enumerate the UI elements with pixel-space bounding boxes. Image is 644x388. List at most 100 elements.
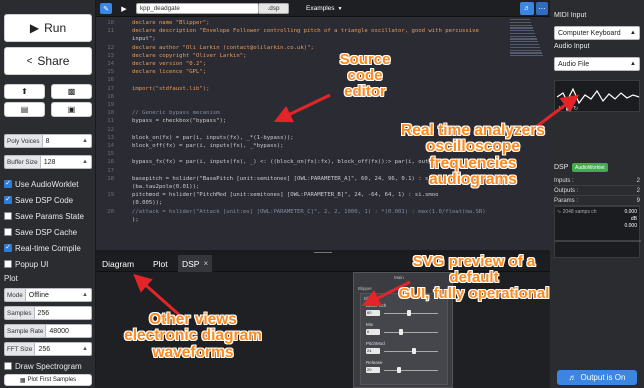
save-button[interactable]: ▩ [51,84,92,99]
gui-slider-knob[interactable] [399,329,403,335]
gui-slider-value[interactable]: 24 [366,348,380,354]
more-icon[interactable]: ⋯ [536,2,548,15]
chevron-updown-icon: ▲ [82,346,88,352]
gui-slider-track[interactable] [384,312,438,314]
extension-label: .dsp [259,3,289,14]
edit-icon[interactable]: ✎ [100,3,112,14]
line-number: 14 [107,61,114,67]
annotation-line: audiograms [429,170,517,188]
annotation-svg: SVG preview of a default GUI, fully oper… [394,254,554,301]
code-line: declare description "Envelope Follower c… [132,28,479,35]
code-line: import("stdfaust.lib"); [132,85,210,92]
fft-size-value: 256 [38,345,51,353]
run-label: Run [44,21,67,35]
gui-slider[interactable]: 60 [366,310,438,316]
gui-slider-value[interactable]: 0 [366,329,380,335]
tab-dsp[interactable]: DSP × [178,255,213,272]
gui-slider-value[interactable]: 20 [366,367,380,373]
left-panel: ▶ Run < Share ⬆ ▩ ▤ ▣ Poly Voices 8 ▲ Buf… [0,0,96,388]
line-number: 10 [107,20,114,26]
audio-toggle-icon[interactable]: ♬ [520,2,534,15]
checkbox-draw-spectrogram[interactable]: Draw Spectrogram [4,359,82,373]
save-icon: ▩ [67,87,76,96]
output-toggle-button[interactable]: ♬ Output is On [557,370,637,385]
minimap-line [510,30,534,32]
code-line: declare licence "GPL"; [132,69,207,76]
line-number: 19 [107,192,114,199]
tab-diagram[interactable]: Diagram [98,255,138,272]
chevron-updown-icon: ▲ [82,138,88,144]
share-button[interactable]: < Share [4,47,92,75]
line-number: 20 [107,208,114,215]
filename-input[interactable]: kpp_deadgate [136,3,259,14]
annotation-views: Other views electronic diagram waveforms [122,311,264,361]
checkbox-use-audioworklet[interactable]: ✓ Use AudioWorklet [4,177,78,191]
gui-slider-value[interactable]: 60 [366,310,380,316]
gui-slider-knob[interactable] [406,310,411,316]
upload-button[interactable]: ⬆ [4,84,45,99]
line-number: 17 [107,167,114,174]
output-label: Output is On [580,373,626,382]
docs-button[interactable]: ▤ [4,102,45,117]
sample-rate-input[interactable]: Sample Rate 48000 [4,324,92,338]
tab-plot[interactable]: Plot [149,255,172,272]
line-number: 10 [107,110,114,117]
dsp-outputs-row: Outputs : 2 [554,186,640,196]
minimap-line [510,49,541,51]
checkbox-realtime-compile[interactable]: ✓ Real-time Compile [4,241,81,255]
line-gutter: 10 11 12 13 14 15 16 17 18 19 10 11 12 13 14 15 16 17 18 19… [96,17,116,250]
gui-slider-label: BasePitch [366,303,387,308]
checkbox-save-params-state[interactable]: Save Params State [4,209,84,223]
audio-file-player[interactable]: ▶ ■ ↻ [554,80,640,112]
doc-icon: ▤ [20,105,29,114]
poly-voices-select[interactable]: Poly Voices 8 ▲ [4,134,92,148]
minimap-line [510,27,533,29]
gui-slider-knob[interactable] [411,348,416,354]
export-button[interactable]: ▣ [51,102,92,117]
sample-rate-value: 48000 [49,327,69,335]
editor-minimap[interactable] [510,19,548,59]
checkbox-popup-ui[interactable]: Popup UI [4,257,48,271]
minimap-line [510,32,535,35]
close-icon[interactable]: × [203,259,208,268]
code-line: ); [132,216,139,223]
run-button[interactable]: ▶ Run [4,14,92,42]
tab-label: DSP [182,258,200,269]
fft-size-select[interactable]: FFT Size 256 ▲ [4,342,92,356]
gui-slider-label: Mix [366,322,373,327]
line-number: 18 [107,93,114,100]
examples-dropdown[interactable]: Examples ▼ [306,3,343,14]
checkbox-label: Draw Spectrogram [15,361,82,371]
gui-slider-track[interactable] [384,369,438,371]
annotation-line: frequencies [429,154,517,172]
plot-first-samples-button[interactable]: ▦ Plot First Samples [4,374,92,386]
audio-input-label: Audio Input [554,43,590,50]
samples-input[interactable]: Samples 256 [4,306,92,320]
run-small-icon[interactable]: ▶ [118,3,130,14]
line-number: 12 [107,126,114,133]
checkbox-save-dsp-code[interactable]: ✓ Save DSP Code [4,193,73,207]
gui-slider-track[interactable] [384,331,438,333]
dsp-key: Outputs : [554,187,579,194]
mode-select[interactable]: Mode Offline ▲ [4,288,92,302]
oscilloscope[interactable]: ∿ 2048 samps ch 0.000 dB 0.000 [554,206,641,258]
audio-input-select[interactable]: Audio File ▲ [554,57,640,71]
gui-slider[interactable]: 20 [366,367,438,373]
midi-input-value: Computer Keyboard [558,29,621,37]
gui-slider[interactable]: 0 [366,329,438,335]
gui-slider-knob[interactable] [396,367,401,373]
audioworklet-badge: AudioWorklet [572,163,608,172]
chevron-updown-icon: ▲ [630,30,636,36]
chevron-down-icon: ▼ [337,5,343,12]
buffer-size-select[interactable]: Buffer Size 128 ▲ [4,155,92,169]
splitter-grip [314,252,332,253]
mode-label: Mode [4,288,25,302]
line-number: 15 [107,69,114,76]
plot-first-label: Plot First Samples [27,377,77,383]
checkbox-save-dsp-cache[interactable]: Save DSP Cache [4,225,77,239]
midi-input-select[interactable]: Computer Keyboard ▲ [554,26,640,40]
tab-label: Diagram [102,258,135,269]
dsp-value: 2 [636,187,640,194]
gui-slider[interactable]: 24 [366,348,438,354]
samples-label: Samples [4,306,34,320]
